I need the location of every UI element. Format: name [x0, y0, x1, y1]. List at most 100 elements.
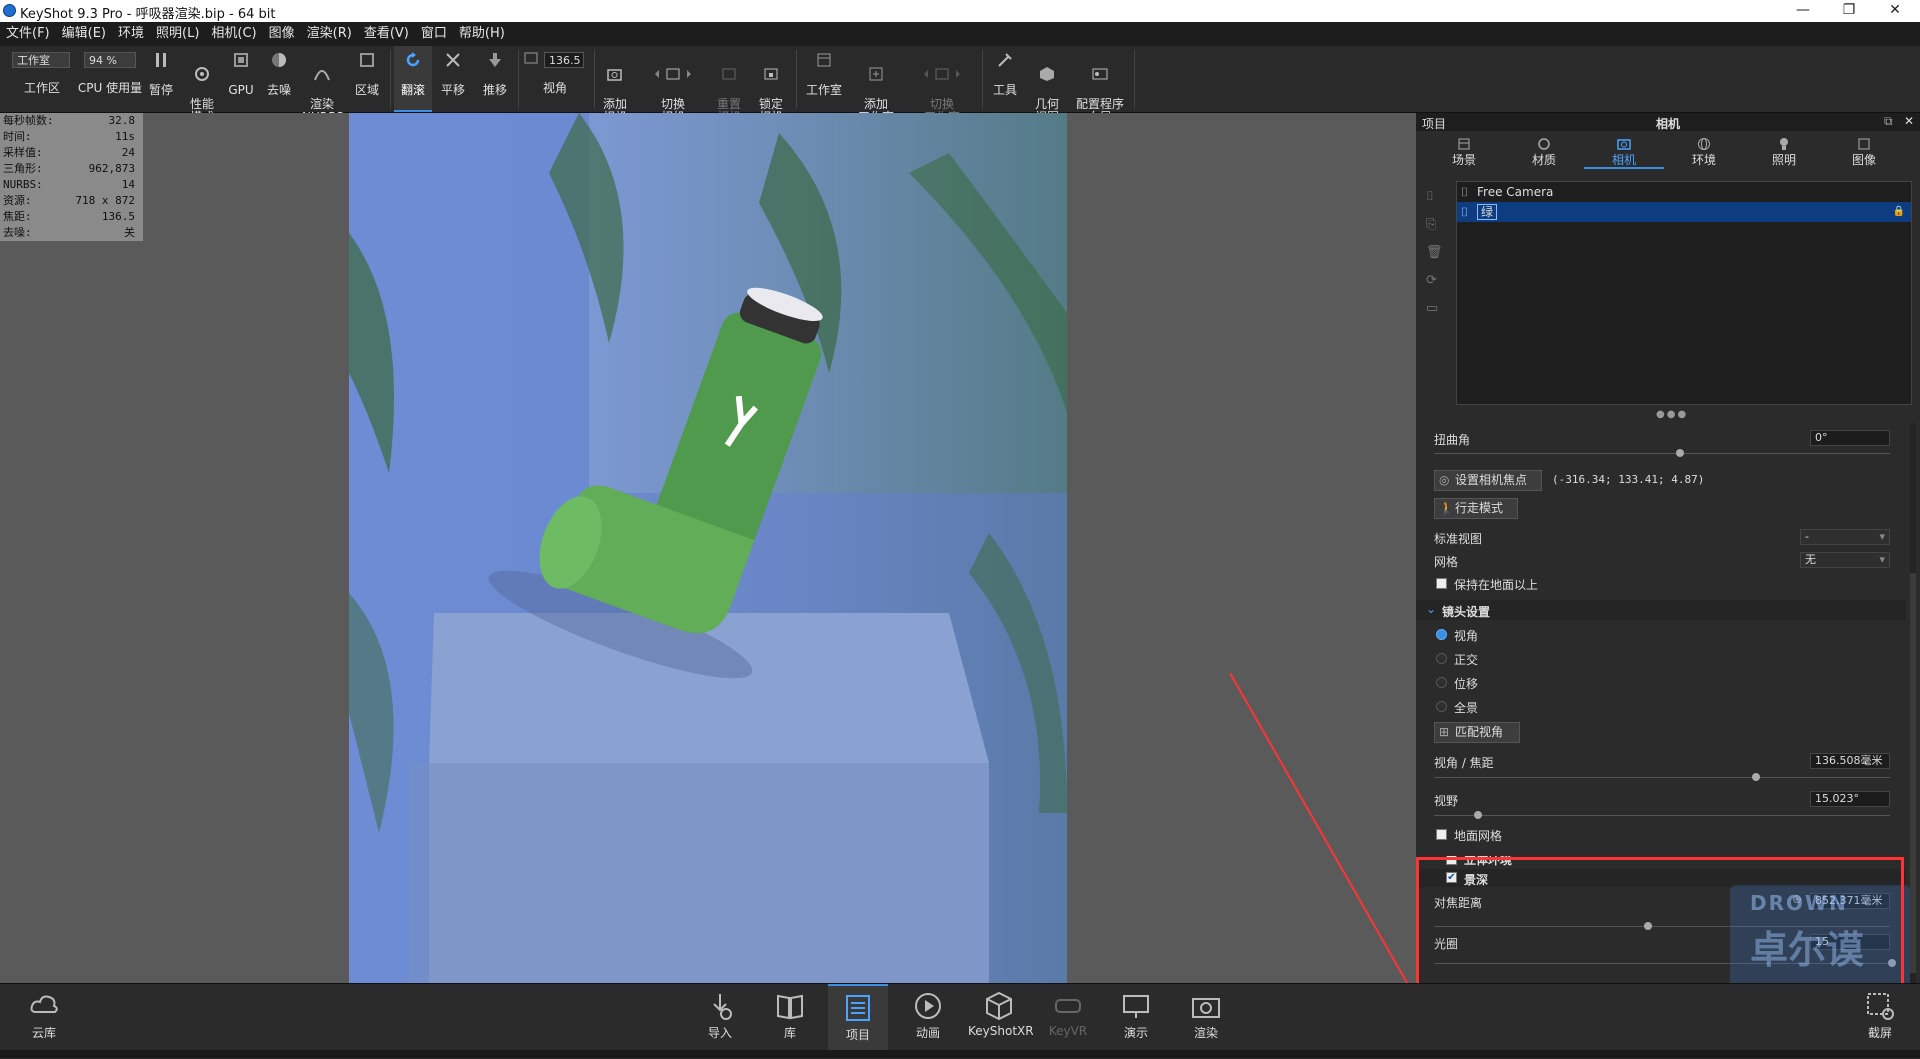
keyshot-app-icon	[3, 4, 16, 17]
tab-material[interactable]: 材质	[1504, 133, 1584, 167]
refresh-camera-icon[interactable]: ⟳	[1426, 267, 1442, 295]
match-perspective-button[interactable]: ⊞ 匹配视角	[1434, 722, 1520, 743]
switch-camera-button[interactable]: 切换 相机	[650, 46, 696, 124]
menu-camera[interactable]: 相机(C)	[205, 22, 262, 46]
field-of-view-input[interactable]: 15.023°	[1810, 791, 1890, 807]
render-viewport[interactable]: 每秒帧数: 32.8 时间: 11s 采样值: 24 三角形: 962,873 NURB…	[0, 113, 1414, 989]
keep-above-ground-checkbox[interactable]	[1436, 578, 1447, 589]
focal-length-slider[interactable]	[1434, 773, 1890, 781]
menu-edit[interactable]: 编辑(E)	[56, 22, 112, 46]
ground-grid-label: 地面网格	[1454, 829, 1503, 843]
denoise-button[interactable]: 去噪	[262, 46, 296, 112]
twist-slider[interactable]	[1434, 449, 1890, 457]
os-taskbar	[0, 1050, 1920, 1058]
lens-settings-header[interactable]: ⌄ 镜头设置	[1416, 600, 1906, 620]
lock-icon[interactable]: 🔒	[1893, 202, 1905, 222]
render-button[interactable]: 渲染	[1176, 984, 1236, 1048]
render-image[interactable]	[349, 113, 1067, 983]
camera-icon: ⌷	[1461, 185, 1469, 199]
duplicate-camera-icon[interactable]: ⎘	[1426, 211, 1442, 239]
reset-camera-button[interactable]: 重置 相机	[712, 46, 746, 124]
add-camera-button[interactable]: 添加 相机	[598, 46, 632, 124]
delete-camera-icon[interactable]: 🗑	[1426, 239, 1443, 267]
animation-button[interactable]: 动画	[898, 984, 958, 1048]
menu-window[interactable]: 窗口	[415, 22, 453, 46]
walk-mode-button[interactable]: 🚶 行走模式	[1434, 498, 1518, 519]
panel-scrollbar[interactable]	[1910, 423, 1916, 983]
twist-input[interactable]: 0°	[1810, 430, 1890, 446]
import-button[interactable]: 导入	[690, 984, 750, 1048]
menu-image[interactable]: 图像	[263, 22, 301, 46]
menu-render[interactable]: 渲染(R)	[301, 22, 358, 46]
cloud-library-button[interactable]: 云库	[14, 984, 74, 1048]
keyvr-button[interactable]: KeyVR	[1038, 984, 1098, 1048]
menu-help[interactable]: 帮助(H)	[453, 22, 511, 46]
pause-button[interactable]: 暂停	[146, 46, 176, 112]
studio-button[interactable]: 工作室	[802, 46, 846, 112]
tools-button[interactable]: 工具	[988, 46, 1022, 112]
highlight-box-annotation	[1416, 857, 1904, 993]
tab-environment[interactable]: 环境	[1664, 133, 1744, 167]
projection-panorama-radio[interactable]	[1436, 701, 1447, 712]
dolly-button[interactable]: 推移	[476, 46, 514, 112]
screenshot-button[interactable]: 截屏	[1850, 984, 1910, 1048]
play-icon	[915, 993, 941, 1019]
projection-perspective-radio[interactable]	[1436, 629, 1447, 640]
restore-icon[interactable]: ❐	[1826, 0, 1872, 22]
lightbulb-icon	[1780, 138, 1788, 150]
region-button[interactable]: 区域	[350, 46, 384, 112]
geometry-view-button[interactable]: 几何 视图	[1028, 46, 1066, 124]
save-camera-icon[interactable]: ▭	[1426, 295, 1442, 323]
tumble-icon	[406, 52, 420, 67]
camera-list-item-selected[interactable]: ⌷ 绿 🔒	[1457, 202, 1911, 222]
camera-icon	[1617, 139, 1631, 150]
close-window-icon[interactable]: ✕	[1872, 0, 1918, 22]
gpu-button[interactable]: GPU	[226, 46, 256, 112]
image-icon	[1858, 138, 1870, 150]
add-studio-button[interactable]: 添加 工作室	[854, 46, 898, 124]
projection-orthographic-radio[interactable]	[1436, 653, 1447, 664]
config-wizard-button[interactable]: 配置程序 向导	[1072, 46, 1128, 124]
menu-view[interactable]: 查看(V)	[358, 22, 415, 46]
keyshotxr-button[interactable]: KeyShotXR	[968, 984, 1034, 1048]
screenshot-icon	[1867, 993, 1894, 1020]
library-button[interactable]: 库	[760, 984, 820, 1048]
tumble-button[interactable]: 翻滚	[394, 46, 432, 112]
red-arrow-annotation	[1229, 672, 1411, 989]
projection-shift-radio[interactable]	[1436, 677, 1447, 688]
tab-lighting[interactable]: 照明	[1744, 133, 1824, 167]
capture-camera-icon[interactable]: ⌷	[1426, 183, 1442, 211]
close-panel-icon[interactable]: ✕	[1904, 114, 1914, 128]
minimize-icon[interactable]: —	[1780, 0, 1826, 22]
field-of-view-slider[interactable]	[1434, 811, 1890, 819]
scene-icon	[1458, 138, 1470, 150]
tab-image[interactable]: 图像	[1824, 133, 1904, 167]
lock-camera-button[interactable]: 锁定 相机	[754, 46, 788, 124]
pan-button[interactable]: 平移	[436, 46, 470, 112]
menu-environment[interactable]: 环境	[112, 22, 150, 46]
resize-handle[interactable]: ●●●	[1656, 409, 1688, 420]
focal-length-input[interactable]: 136.508毫米	[1810, 753, 1890, 769]
float-panel-icon[interactable]: ⧉	[1884, 114, 1893, 129]
grid-select[interactable]: 无 ▾	[1800, 552, 1890, 568]
inhaler-render-scene	[349, 113, 1067, 983]
render-nurbs-button[interactable]: 渲染 NURBS	[302, 46, 344, 124]
tab-scene[interactable]: 场景	[1424, 133, 1504, 167]
project-button[interactable]: 项目	[828, 984, 888, 1050]
book-icon	[777, 994, 803, 1020]
switch-studio-button[interactable]: 切换 工作室	[912, 46, 972, 124]
standard-view-select[interactable]: - ▾	[1800, 529, 1890, 545]
performance-mode-button[interactable]: 性能 模式	[180, 46, 224, 124]
geometry-icon	[1040, 67, 1054, 81]
switch-camera-icon	[655, 68, 691, 80]
camera-list-item[interactable]: ⌷ Free Camera	[1457, 182, 1911, 202]
ground-grid-checkbox[interactable]	[1436, 829, 1447, 840]
set-camera-focus-button[interactable]: ◎ 设置相机焦点	[1434, 470, 1542, 491]
panel-title: 相机	[1656, 117, 1681, 131]
chevron-down-icon: ⌄	[1426, 602, 1437, 616]
menu-lighting[interactable]: 照明(L)	[150, 22, 205, 46]
tab-camera[interactable]: 相机	[1584, 133, 1664, 169]
menu-file[interactable]: 文件(F)	[0, 22, 56, 46]
ribbon-toolbar: 工作室 工作区 94 % CPU 使用量 暂停 性能 模式 GPU 去噪 渲染 …	[0, 46, 1920, 124]
presentation-button[interactable]: 演示	[1106, 984, 1166, 1048]
